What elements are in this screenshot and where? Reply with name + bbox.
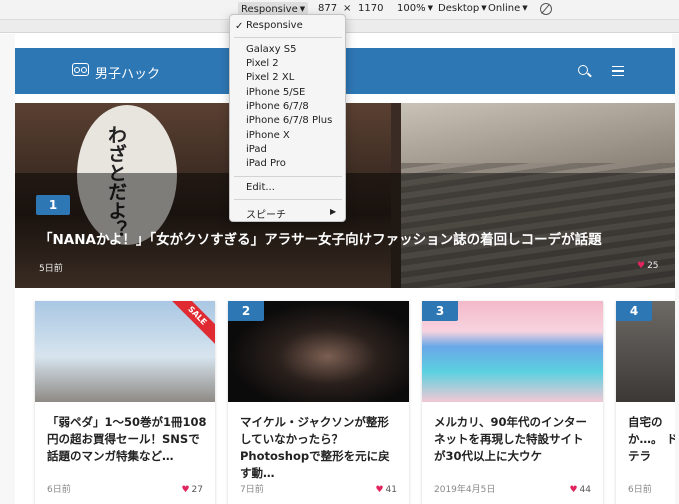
card-likes: ♥ 41: [375, 485, 397, 495]
menu-item-iphone-678-plus[interactable]: iPhone 6/7/8 Plus: [246, 115, 332, 126]
menu-item-pixel-2-xl[interactable]: Pixel 2 XL: [246, 72, 294, 83]
card-likes: ♥ 27: [181, 485, 203, 495]
viewport-width-input[interactable]: 877: [318, 3, 337, 14]
menu-item-pixel-2[interactable]: Pixel 2: [246, 58, 279, 69]
rank-badge: 4: [616, 301, 652, 321]
zoom-select[interactable]: 100% ▼: [397, 3, 433, 14]
viewport-height-input[interactable]: 1170: [358, 3, 383, 14]
rank-badge: 3: [422, 301, 458, 321]
chevron-down-icon: ▼: [522, 4, 528, 12]
card-likes: ♥ 44: [569, 485, 591, 495]
network-label: Online: [488, 3, 521, 14]
article-card[interactable]: 4 自宅の か…。 ドテラ 6日前: [616, 301, 675, 504]
heart-icon: ♥: [181, 485, 190, 495]
dimension-separator: ×: [343, 3, 352, 14]
menu-item-iphone-678[interactable]: iPhone 6/7/8: [246, 101, 309, 112]
checkmark-icon: ✓: [235, 21, 244, 32]
article-card[interactable]: 3 メルカリ、90年代のインターネットを再現した特設サイトが30代以上に大ウケ …: [422, 301, 603, 504]
device-type-select[interactable]: Desktop ▼: [438, 3, 487, 14]
menu-item-galaxy-s5[interactable]: Galaxy S5: [246, 44, 297, 55]
network-throttle-select[interactable]: Online ▼: [488, 3, 528, 14]
search-icon[interactable]: [578, 65, 588, 75]
card-likes-count: 41: [385, 485, 397, 495]
chevron-down-icon: ▼: [427, 4, 433, 12]
menu-item-iphone-5-se[interactable]: iPhone 5/SE: [246, 87, 305, 98]
card-title[interactable]: 自宅の か…。 ドテラ: [628, 414, 675, 465]
hero-date: 5日前: [39, 264, 63, 274]
card-date: 2019年4月5日: [434, 485, 496, 495]
menu-divider: [234, 199, 342, 200]
chevron-down-icon: ▼: [481, 4, 487, 12]
hero-likes-count: 25: [647, 261, 659, 271]
card-likes-count: 27: [191, 485, 203, 495]
viewport-gutter-left: [0, 34, 15, 504]
card-title[interactable]: メルカリ、90年代のインターネットを再現した特設サイトが30代以上に大ウケ: [434, 414, 594, 465]
card-likes-count: 44: [579, 485, 591, 495]
device-dropdown-menu: ✓ Responsive Galaxy S5 Pixel 2 Pixel 2 X…: [229, 14, 346, 222]
menu-item-iphone-x[interactable]: iPhone X: [246, 130, 290, 141]
site-logo-text[interactable]: 男子ハック: [95, 63, 160, 82]
glasses-logo-icon[interactable]: [72, 63, 89, 76]
card-date: 7日前: [240, 485, 264, 495]
article-card[interactable]: SALE 「弱ペダ」1〜50巻が1冊108円の超お買得セール！SNSで話題のマン…: [35, 301, 215, 504]
card-title[interactable]: マイケル・ジャクソンが整形していなかったら？Photoshopで整形を元に戻す動…: [240, 414, 400, 482]
menu-item-edit[interactable]: Edit...: [246, 182, 275, 193]
menu-divider: [234, 37, 342, 38]
menu-item-responsive[interactable]: Responsive: [246, 20, 303, 31]
menu-item-ipad[interactable]: iPad: [246, 144, 267, 155]
hero-likes: ♥ 25: [637, 261, 659, 271]
rank-badge: 2: [228, 301, 264, 321]
device-type-label: Desktop: [438, 3, 480, 14]
rank-badge: 1: [36, 195, 70, 215]
hamburger-menu-icon[interactable]: [612, 66, 624, 76]
submenu-arrow-icon: ▶: [330, 207, 337, 216]
chevron-down-icon: ▼: [299, 5, 306, 13]
hero-title[interactable]: 「NANAかよ！」「女がクソすぎる」アラサー女子向けファッション誌の着回しコーデ…: [39, 228, 669, 248]
card-title[interactable]: 「弱ペダ」1〜50巻が1冊108円の超お買得セール！SNSで話題のマンガ特集など…: [47, 414, 207, 465]
heart-icon: ♥: [569, 485, 578, 495]
card-date: 6日前: [47, 485, 71, 495]
heart-icon: ♥: [637, 261, 646, 271]
card-date: 6日前: [628, 485, 652, 495]
menu-item-ipad-pro[interactable]: iPad Pro: [246, 158, 286, 169]
article-card[interactable]: 2 マイケル・ジャクソンが整形していなかったら？Photoshopで整形を元に戻…: [228, 301, 409, 504]
menu-item-speech[interactable]: スピーチ: [246, 206, 286, 221]
menu-divider: [234, 176, 342, 177]
zoom-label: 100%: [397, 3, 426, 14]
heart-icon: ♥: [375, 485, 384, 495]
rotate-icon[interactable]: [540, 3, 552, 15]
